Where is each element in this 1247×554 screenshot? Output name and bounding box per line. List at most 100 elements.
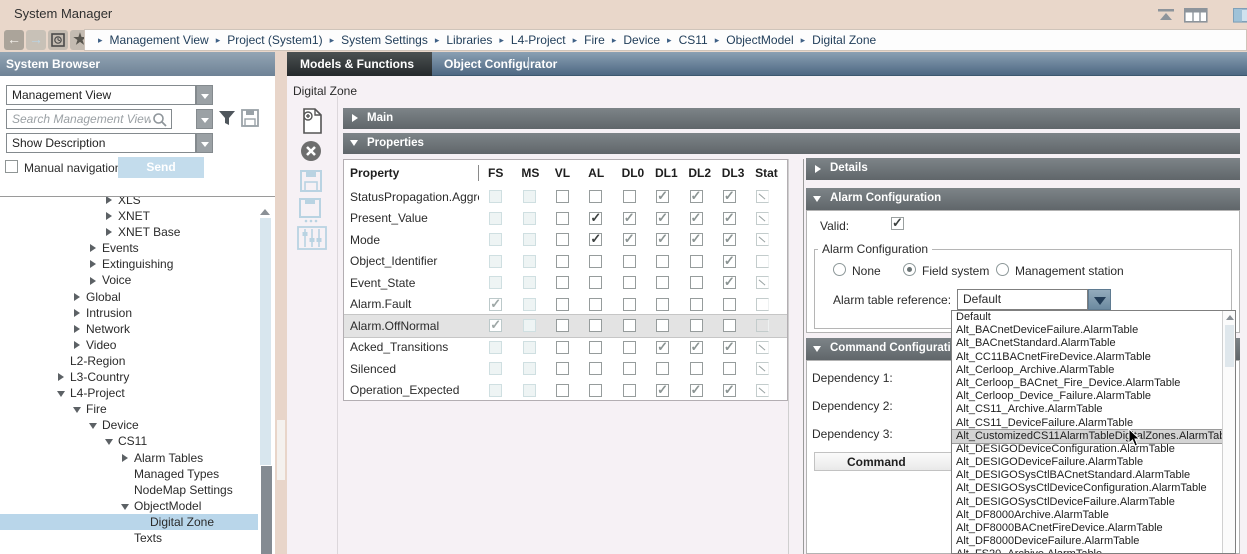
tab-object-configurator[interactable]: Object Configurator	[444, 52, 557, 76]
tree-item-global[interactable]: Global	[0, 289, 258, 305]
checkbox-empty[interactable]	[556, 276, 569, 289]
new-document-icon[interactable]	[296, 108, 328, 137]
tree-item-nodemap-settings[interactable]: NodeMap Settings	[0, 482, 258, 498]
tree-expanded-icon[interactable]	[88, 417, 102, 433]
breadcrumb-item[interactable]: CS11	[679, 33, 708, 47]
checkbox-empty[interactable]	[623, 319, 636, 332]
checkbox-empty[interactable]	[656, 319, 669, 332]
section-main[interactable]: Main	[343, 108, 1240, 129]
dropdown-option[interactable]: Alt_CC11BACnetFireDevice.AlarmTable	[952, 351, 1235, 364]
sliders-icon[interactable]	[296, 226, 328, 253]
checkbox-checked[interactable]	[723, 341, 736, 354]
history-icon[interactable]	[48, 30, 68, 50]
table-row[interactable]: Present_Value	[344, 208, 787, 230]
checkbox-checked[interactable]	[690, 341, 703, 354]
checkbox-checked[interactable]	[589, 233, 602, 246]
filter-funnel-icon[interactable]	[218, 110, 236, 130]
tree-item-xnet[interactable]: XNET	[0, 208, 258, 224]
checkbox-empty[interactable]	[556, 298, 569, 311]
checkbox-empty[interactable]	[523, 384, 536, 397]
radio-management-station[interactable]	[996, 263, 1009, 276]
checkbox-checked[interactable]	[690, 233, 703, 246]
section-alarm-configuration[interactable]: Alarm Configuration	[806, 188, 1240, 210]
breadcrumb-item[interactable]: Device	[623, 33, 660, 47]
checkbox-empty[interactable]	[556, 384, 569, 397]
dropdown-option[interactable]: Default	[952, 311, 1235, 324]
scrollbar-thumb[interactable]	[1225, 325, 1234, 367]
checkbox-empty[interactable]	[589, 319, 602, 332]
checkbox-checked[interactable]	[623, 233, 636, 246]
table-row[interactable]: Operation_Expected	[344, 380, 787, 402]
checkbox-empty[interactable]	[656, 298, 669, 311]
checkbox-checked[interactable]	[656, 384, 669, 397]
tree-expanded-icon[interactable]	[72, 401, 86, 417]
description-selector[interactable]: Show Description	[6, 133, 196, 153]
table-row[interactable]: StatusPropagation.Aggregat	[344, 186, 787, 208]
checkbox-checked[interactable]	[723, 190, 736, 203]
tree-item-cs11[interactable]: CS11	[0, 433, 258, 449]
tree-expanded-icon[interactable]	[120, 498, 134, 514]
tree-collapsed-icon[interactable]	[72, 337, 86, 353]
checkbox-checked[interactable]	[690, 190, 703, 203]
tree-collapsed-icon[interactable]	[72, 321, 86, 337]
tree-item-xnet-base[interactable]: XNET Base	[0, 224, 258, 240]
breadcrumb-item[interactable]: Libraries	[446, 33, 492, 47]
checkbox-empty[interactable]	[623, 362, 636, 375]
breadcrumb-item[interactable]: System Settings	[341, 33, 428, 47]
checkbox-empty[interactable]	[523, 319, 536, 332]
splitter-handle[interactable]	[277, 420, 285, 480]
checkbox-empty[interactable]	[489, 362, 502, 375]
tree-scroll-up-icon[interactable]	[260, 209, 270, 215]
checkbox-checked[interactable]	[656, 212, 669, 225]
search-dropdown-icon[interactable]	[196, 109, 213, 129]
checkbox-empty[interactable]	[589, 276, 602, 289]
checkbox-empty[interactable]	[556, 362, 569, 375]
checkbox-empty[interactable]	[690, 298, 703, 311]
dropdown-option[interactable]: Alt_CS11_Archive.AlarmTable	[952, 403, 1235, 416]
checkbox-empty[interactable]	[556, 319, 569, 332]
tree-collapsed-icon[interactable]	[88, 256, 102, 272]
tree-collapsed-icon[interactable]	[104, 208, 118, 224]
section-details[interactable]: Details	[806, 158, 1240, 180]
checkbox-empty[interactable]	[623, 255, 636, 268]
checkbox-empty[interactable]	[523, 255, 536, 268]
table-row[interactable]: Alarm.Fault	[344, 294, 787, 316]
checkbox-empty[interactable]	[656, 276, 669, 289]
checkbox-empty[interactable]	[589, 341, 602, 354]
breadcrumb-item[interactable]: L4-Project	[511, 33, 566, 47]
tab-models-functions[interactable]: Models & Functions	[287, 52, 432, 76]
dropdown-option[interactable]: Alt_CS11_DeviceFailure.AlarmTable	[952, 417, 1235, 430]
tree-collapsed-icon[interactable]	[104, 224, 118, 240]
valid-checkbox[interactable]: ✓	[891, 217, 904, 230]
checkbox-empty[interactable]	[556, 341, 569, 354]
checkbox-empty[interactable]	[523, 341, 536, 354]
table-row[interactable]: Object_Identifier	[344, 251, 787, 273]
tree-item-events[interactable]: Events	[0, 240, 258, 256]
checkbox-empty[interactable]	[656, 255, 669, 268]
breadcrumb-item[interactable]: Digital Zone	[812, 33, 876, 47]
tree-collapsed-icon[interactable]	[120, 450, 134, 466]
tree-item-network[interactable]: Network	[0, 321, 258, 337]
forward-button[interactable]: →	[26, 30, 46, 50]
radio-field-system[interactable]	[903, 263, 916, 276]
tree-item-voice[interactable]: Voice	[0, 272, 258, 288]
checkbox-checked[interactable]	[489, 319, 502, 332]
checkbox-empty[interactable]	[589, 255, 602, 268]
dropdown-option[interactable]: Alt_DESIGOSysCtlBACnetStandard.AlarmTabl…	[952, 469, 1235, 482]
checkbox-empty[interactable]	[556, 233, 569, 246]
window-split-icon[interactable]	[1233, 8, 1247, 24]
search-input[interactable]	[6, 109, 172, 129]
checkbox-empty[interactable]	[489, 233, 502, 246]
tree-collapsed-icon[interactable]	[104, 197, 118, 208]
breadcrumb-item[interactable]: Project (System1)	[227, 33, 322, 47]
save-as-icon[interactable]	[296, 198, 328, 227]
checkbox-empty[interactable]	[523, 276, 536, 289]
tree-item-xls[interactable]: XLS	[0, 197, 258, 208]
view-selector[interactable]: Management View	[6, 85, 196, 105]
table-row[interactable]: Alarm.OffNormal	[344, 315, 787, 337]
combo-dropdown-icon[interactable]	[1088, 289, 1111, 310]
table-row[interactable]: Acked_Transitions	[344, 337, 787, 359]
collapse-top-icon[interactable]	[1157, 9, 1175, 25]
checkbox-checked[interactable]	[589, 212, 602, 225]
checkbox-checked[interactable]	[723, 212, 736, 225]
